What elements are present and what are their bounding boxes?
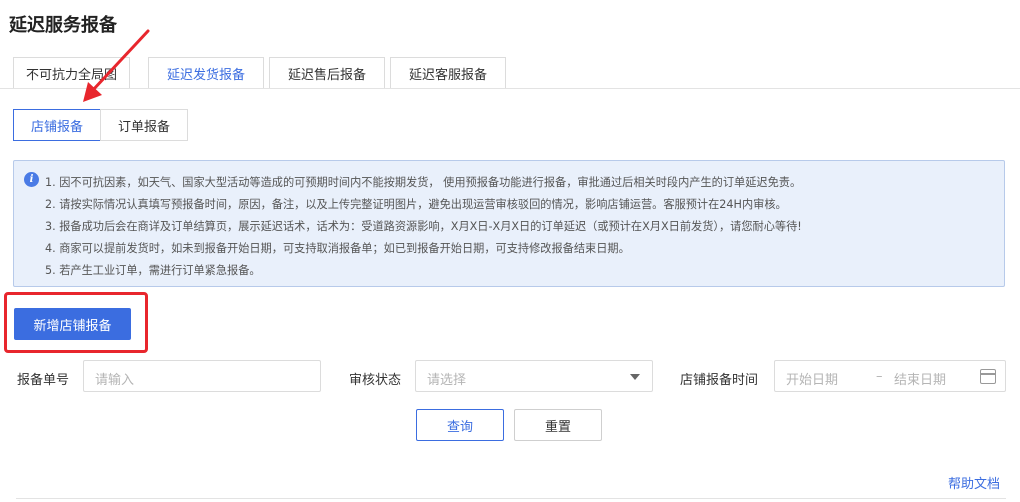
subtab-order-report[interactable]: 订单报备 bbox=[100, 109, 188, 141]
query-button[interactable]: 查询 bbox=[416, 409, 504, 441]
order-no-input[interactable]: 请输入 bbox=[83, 360, 321, 392]
tab-delayed-customer-service[interactable]: 延迟客服报备 bbox=[390, 57, 506, 89]
calendar-icon bbox=[980, 369, 996, 384]
range-separator: – bbox=[876, 369, 883, 384]
subtab-label: 店铺报备 bbox=[30, 119, 83, 135]
date-range-picker[interactable]: 开始日期 – 结束日期 bbox=[774, 360, 1006, 392]
status-select[interactable]: 请选择 bbox=[415, 360, 653, 392]
red-arrow-annotation bbox=[83, 29, 150, 102]
time-label: 店铺报备时间 bbox=[680, 373, 759, 388]
status-label: 审核状态 bbox=[349, 373, 402, 388]
subtab-label: 订单报备 bbox=[117, 119, 170, 135]
info-icon: i bbox=[24, 172, 39, 187]
order-no-placeholder: 请输入 bbox=[95, 373, 135, 388]
tab-label: 延迟客服报备 bbox=[408, 68, 487, 83]
red-highlight-box bbox=[4, 292, 148, 353]
chevron-down-icon bbox=[630, 374, 640, 380]
notice-line: 1. 因不可抗因素，如天气、国家大型活动等造成的可预期时间内不能按期发货， 使用… bbox=[45, 176, 802, 189]
end-date-placeholder: 结束日期 bbox=[894, 373, 947, 388]
notice-line: 4. 商家可以提前发货时，如未到报备开始日期，可支持取消报备单；如已到报备开始日… bbox=[45, 242, 630, 255]
start-date-placeholder: 开始日期 bbox=[786, 373, 839, 388]
notice-line: 3. 报备成功后会在商详及订单结算页，展示延迟话术，话术为：受道路资源影响，X月… bbox=[45, 220, 802, 233]
notice-line: 2. 请按实际情况认真填写预报备时间，原因，备注，以及上传完整证明图片，避免出现… bbox=[45, 198, 787, 211]
tab-label: 延迟发货报备 bbox=[166, 68, 245, 83]
reset-button[interactable]: 重置 bbox=[514, 409, 602, 441]
tab-delayed-shipping[interactable]: 延迟发货报备 bbox=[148, 57, 264, 89]
order-no-label: 报备单号 bbox=[17, 373, 70, 388]
subtab-shop-report[interactable]: 店铺报备 bbox=[13, 109, 101, 141]
bottom-divider bbox=[16, 498, 1006, 499]
notice-line: 5. 若产生工业订单，需进行订单紧急报备。 bbox=[45, 264, 261, 277]
help-doc-link[interactable]: 帮助文档 bbox=[948, 473, 1000, 492]
notice-box: i 1. 因不可抗因素，如天气、国家大型活动等造成的可预期时间内不能按期发货， … bbox=[13, 160, 1005, 287]
status-placeholder: 请选择 bbox=[427, 373, 467, 388]
tab-label: 延迟售后报备 bbox=[287, 68, 366, 83]
tab-delayed-after-sales[interactable]: 延迟售后报备 bbox=[269, 57, 385, 89]
